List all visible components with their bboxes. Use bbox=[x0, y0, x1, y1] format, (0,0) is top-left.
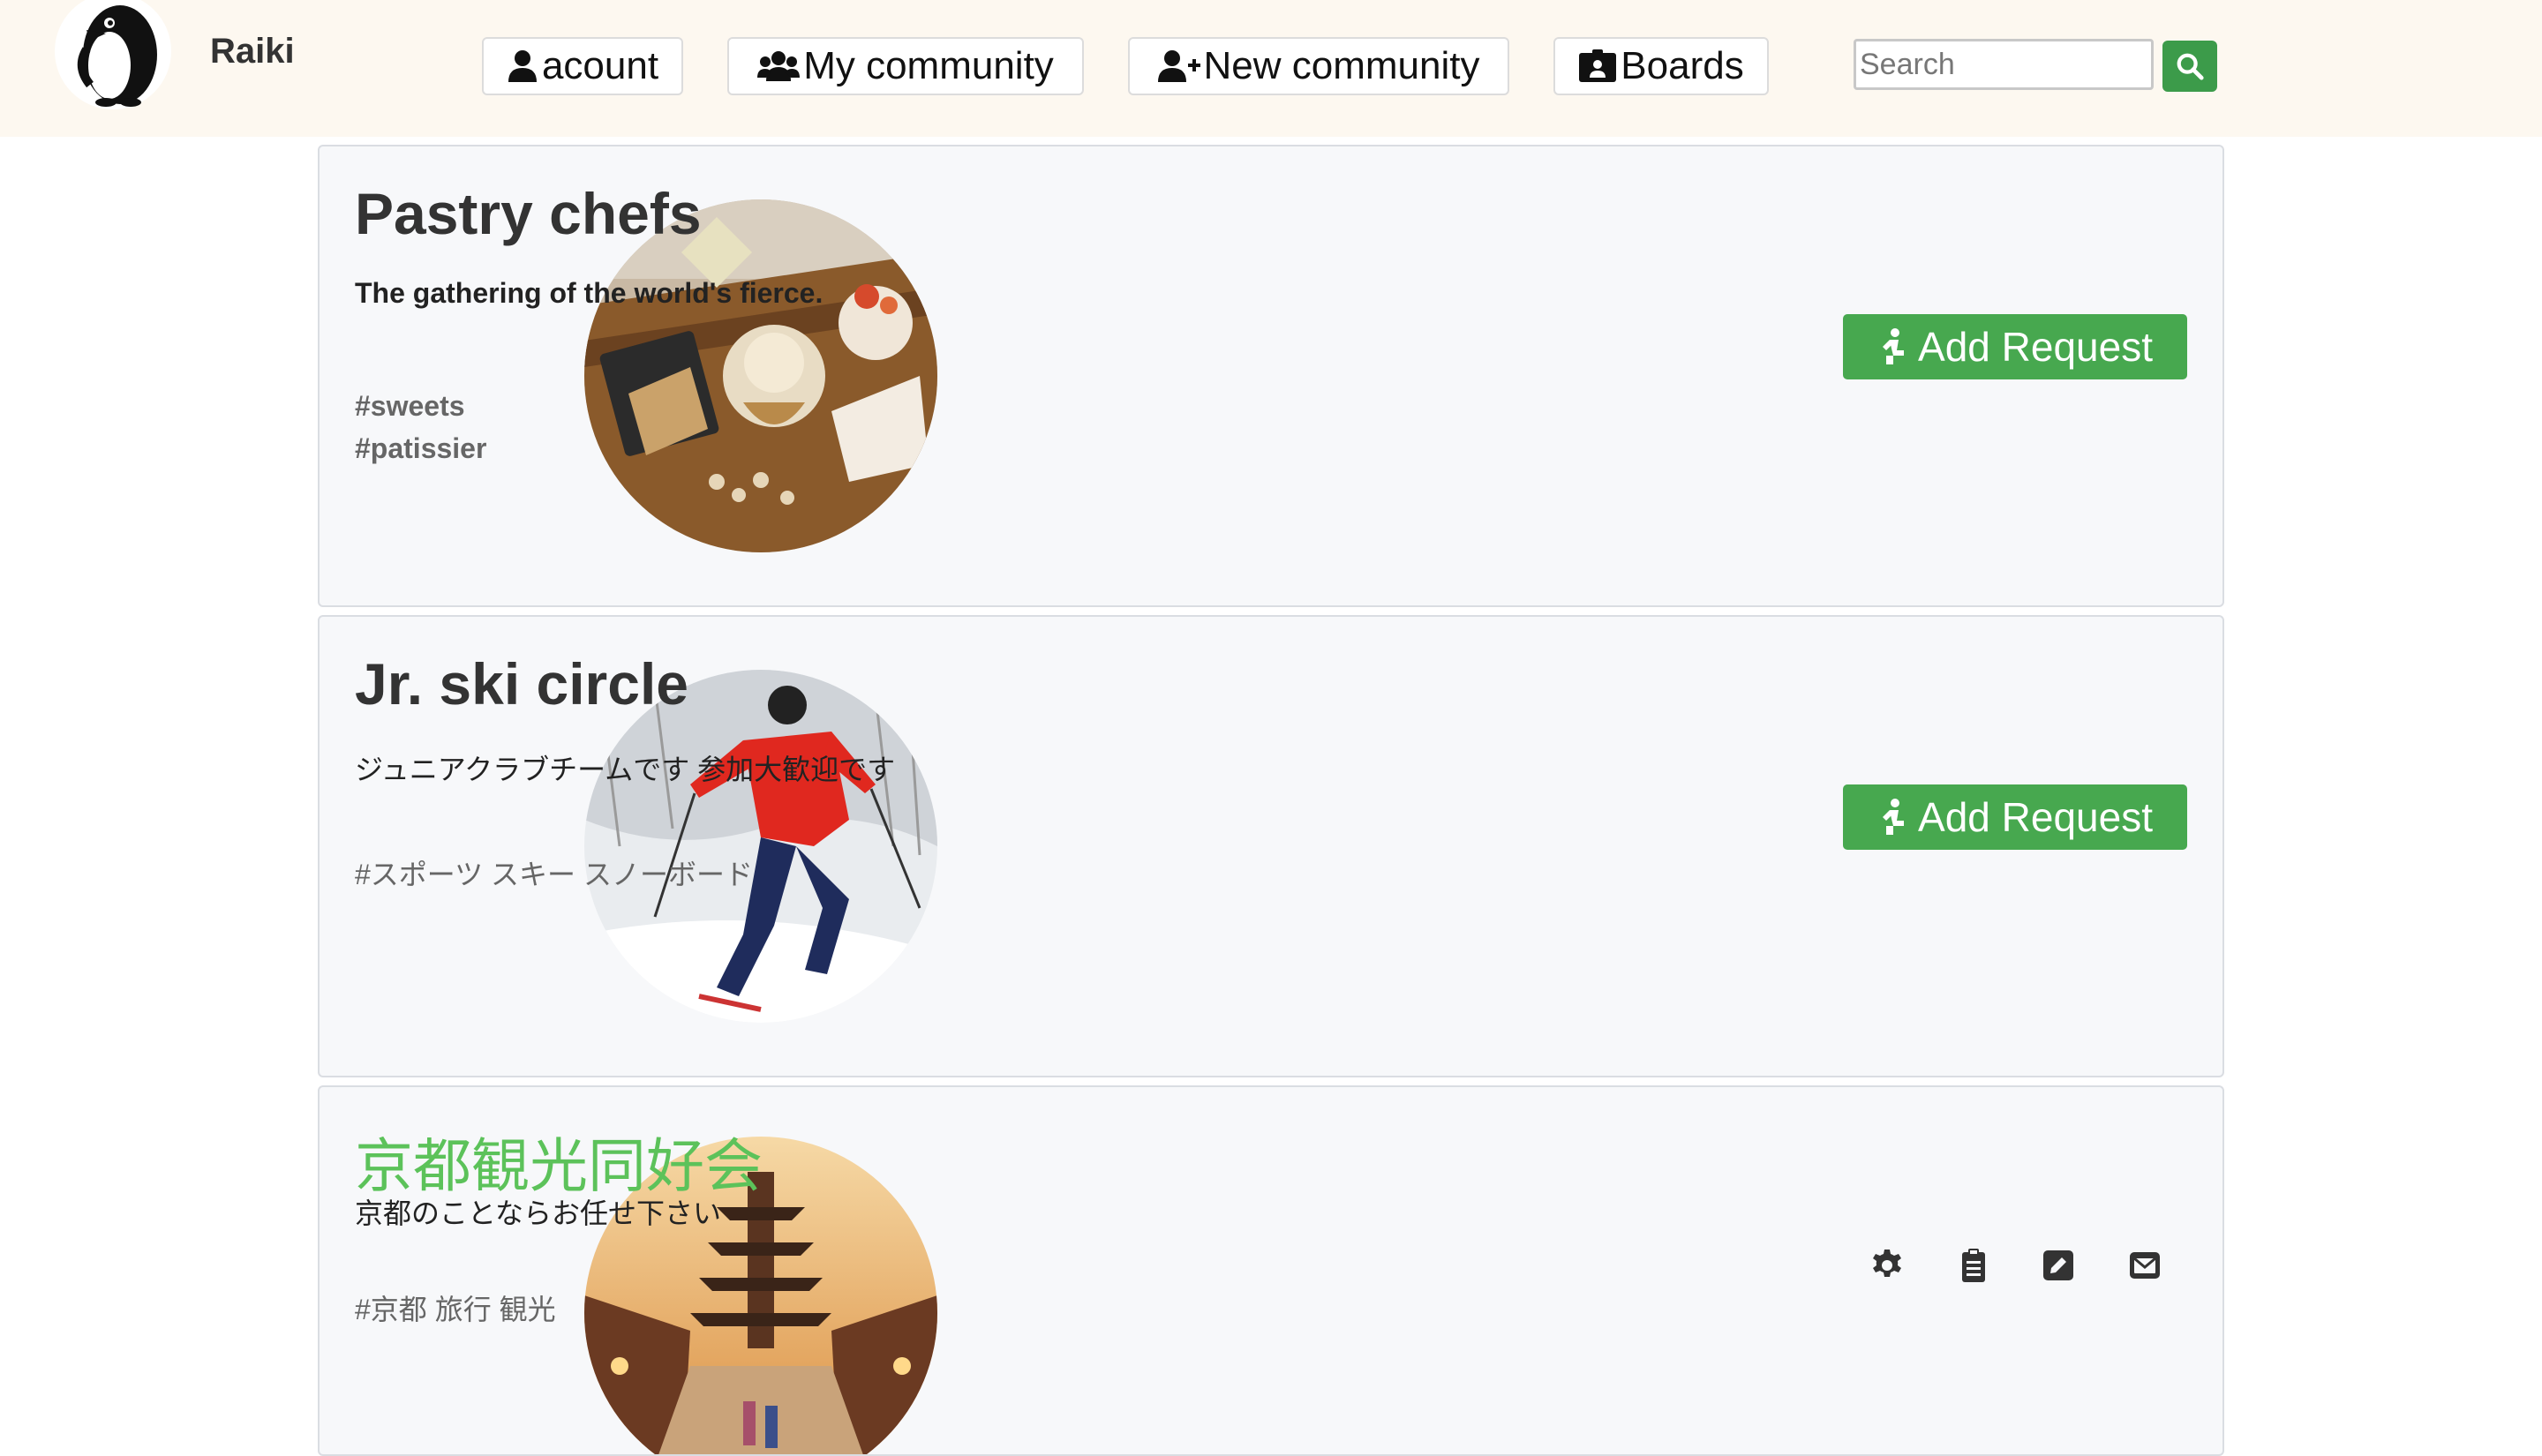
search-input[interactable] bbox=[1854, 39, 2154, 90]
clipboard-list-icon bbox=[1962, 1249, 1985, 1282]
add-request-label: Add Request bbox=[1918, 324, 2153, 370]
kneeling-person-icon bbox=[1883, 799, 1905, 835]
brand-name[interactable]: Raiki bbox=[210, 32, 295, 71]
add-request-label: Add Request bbox=[1918, 794, 2153, 840]
nav-new-community-button[interactable]: New community bbox=[1128, 37, 1509, 95]
edit-button[interactable] bbox=[2035, 1242, 2081, 1288]
community-card: 京都観光同好会 京都のことならお任せ下さい #京都 旅行 観光 bbox=[318, 1085, 2224, 1456]
community-tag: #京都 旅行 観光 bbox=[355, 1294, 556, 1325]
community-tag: #patissier bbox=[355, 432, 487, 464]
user-icon bbox=[508, 50, 537, 82]
community-tag: #スポーツ スキー スノーボード bbox=[355, 859, 753, 890]
users-icon bbox=[757, 51, 801, 81]
skier-photo bbox=[584, 670, 937, 1023]
community-description: 京都のことならお任せ下さい bbox=[355, 1197, 722, 1229]
add-request-button[interactable]: Add Request bbox=[1843, 314, 2187, 379]
nav-new-community-label: New community bbox=[1203, 44, 1480, 87]
nav-boards-button[interactable]: Boards bbox=[1553, 37, 1769, 95]
settings-button[interactable] bbox=[1864, 1242, 1910, 1288]
navbar: Raiki acount My community New community bbox=[0, 0, 2542, 137]
community-description: The gathering of the world's fierce. bbox=[355, 277, 824, 309]
nav-my-community-label: My community bbox=[803, 44, 1054, 87]
add-request-button[interactable]: Add Request bbox=[1843, 784, 2187, 850]
nav-account-button[interactable]: acount bbox=[482, 37, 683, 95]
community-tag: #sweets bbox=[355, 390, 465, 422]
community-description: ジュニアクラブチームです 参加大歓迎です bbox=[355, 754, 896, 785]
community-tags: #京都 旅行 観光 bbox=[355, 1288, 556, 1331]
envelope-icon bbox=[2130, 1252, 2160, 1279]
nav-my-community-button[interactable]: My community bbox=[727, 37, 1084, 95]
community-title[interactable]: Pastry chefs bbox=[355, 180, 702, 247]
search-icon bbox=[2177, 53, 2204, 80]
community-title[interactable]: Jr. ski circle bbox=[355, 650, 688, 717]
kneeling-person-icon bbox=[1883, 328, 1905, 364]
community-tags: #スポーツ スキー スノーボード bbox=[355, 853, 753, 896]
board-list-button[interactable] bbox=[1951, 1242, 1997, 1288]
id-card-icon bbox=[1579, 49, 1617, 82]
nav-boards-label: Boards bbox=[1621, 44, 1744, 87]
search-button[interactable] bbox=[2162, 41, 2217, 92]
community-tags: #sweets #patissier bbox=[355, 385, 486, 469]
edit-icon bbox=[2043, 1250, 2073, 1280]
pastry-photo bbox=[584, 199, 937, 552]
community-card: Pastry chefs The gathering of the world'… bbox=[318, 145, 2224, 607]
penguin-logo-icon[interactable] bbox=[51, 0, 175, 111]
community-card: Jr. ski circle ジュニアクラブチームです 参加大歓迎です #スポー… bbox=[318, 615, 2224, 1077]
message-button[interactable] bbox=[2122, 1242, 2168, 1288]
gear-icon bbox=[1873, 1250, 1901, 1277]
user-plus-icon bbox=[1157, 50, 1200, 82]
nav-account-label: acount bbox=[541, 44, 659, 87]
